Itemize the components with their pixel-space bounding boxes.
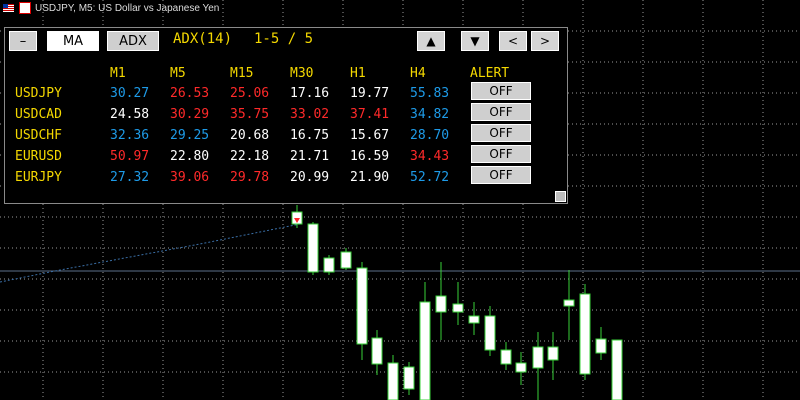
alert-toggle-button[interactable]: OFF: [471, 166, 531, 184]
adx-value: 19.77: [350, 86, 390, 101]
candle-body: [468, 315, 480, 324]
alert-toggle-button[interactable]: OFF: [471, 124, 531, 142]
adx-value: 50.97: [110, 149, 150, 164]
adx-value: 29.25: [170, 128, 210, 143]
adx-value: 16.59: [350, 149, 390, 164]
window-title-bar: USDJPY, M5: US Dollar vs Japanese Yen: [0, 0, 219, 16]
candle-body: [387, 362, 399, 400]
adx-value: 17.16: [290, 86, 330, 101]
column-header: M1: [110, 66, 126, 81]
adx-value: 34.43: [410, 149, 450, 164]
candle-body: [595, 338, 607, 354]
adx-dashboard-panel: – MA ADX ADX(14) 1-5 / 5 ▲ ▼ < > M1 M5 M15…: [4, 27, 568, 204]
resize-handle[interactable]: [555, 191, 566, 202]
column-header: M30: [290, 66, 314, 81]
candle-body: [307, 223, 319, 273]
candle-body: [484, 315, 496, 351]
alert-toggle-button[interactable]: OFF: [471, 145, 531, 163]
page-up-button[interactable]: ▲: [417, 31, 445, 51]
adx-value: 22.18: [230, 149, 270, 164]
adx-value: 32.36: [110, 128, 150, 143]
tab-adx[interactable]: ADX: [107, 31, 159, 51]
column-header: H4: [410, 66, 426, 81]
chart-icon: [19, 2, 31, 14]
adx-value: 33.02: [290, 107, 330, 122]
adx-value: 39.06: [170, 170, 210, 185]
alert-toggle-button[interactable]: OFF: [471, 103, 531, 121]
chevron-left-icon: <: [507, 34, 519, 48]
candle-body: [419, 301, 431, 400]
adx-value: 34.82: [410, 107, 450, 122]
indicator-label: ADX(14): [173, 31, 233, 47]
window-title: USDJPY, M5: US Dollar vs Japanese Yen: [35, 2, 220, 14]
adx-value: 20.68: [230, 128, 270, 143]
prev-button[interactable]: <: [499, 31, 527, 51]
adx-value: 25.06: [230, 86, 270, 101]
adx-value: 28.70: [410, 128, 450, 143]
alert-toggle-button[interactable]: OFF: [471, 82, 531, 100]
column-header: ALERT: [470, 66, 510, 81]
next-button[interactable]: >: [531, 31, 559, 51]
candle-body: [435, 295, 447, 313]
us-flag-icon: [3, 4, 14, 12]
symbol-label: USDCAD: [15, 107, 62, 122]
candle-body: [323, 257, 335, 273]
minimize-button[interactable]: –: [9, 31, 37, 51]
adx-value: 30.27: [110, 86, 150, 101]
symbol-label: EURJPY: [15, 170, 62, 185]
candle-body: [532, 346, 544, 369]
candle-body: [340, 251, 352, 269]
candle-body: [611, 339, 623, 400]
candle-body: [579, 293, 591, 375]
candle-body: [563, 299, 575, 307]
adx-value: 21.90: [350, 170, 390, 185]
down-arrow-icon: ▼: [470, 34, 480, 48]
symbol-label: USDCHF: [15, 128, 62, 143]
candle-body: [515, 362, 527, 373]
candle-body: [371, 337, 383, 365]
adx-value: 26.53: [170, 86, 210, 101]
candle-body: [356, 267, 368, 345]
adx-value: 24.58: [110, 107, 150, 122]
adx-value: 16.75: [290, 128, 330, 143]
symbol-label: EURUSD: [15, 149, 62, 164]
adx-value: 52.72: [410, 170, 450, 185]
column-header: M15: [230, 66, 254, 81]
adx-value: 37.41: [350, 107, 390, 122]
adx-value: 29.78: [230, 170, 270, 185]
symbol-label: USDJPY: [15, 86, 62, 101]
candle-body: [452, 303, 464, 313]
adx-value: 21.71: [290, 149, 330, 164]
column-header: H1: [350, 66, 366, 81]
chevron-right-icon: >: [539, 34, 551, 48]
adx-value: 35.75: [230, 107, 270, 122]
page-down-button[interactable]: ▼: [461, 31, 489, 51]
adx-value: 15.67: [350, 128, 390, 143]
adx-value: 55.83: [410, 86, 450, 101]
adx-value: 20.99: [290, 170, 330, 185]
up-arrow-icon: ▲: [426, 34, 436, 48]
adx-value: 22.80: [170, 149, 210, 164]
page-indicator: 1-5 / 5: [254, 31, 314, 47]
tab-ma[interactable]: MA: [47, 31, 99, 51]
candle-body: [547, 346, 559, 361]
adx-value: 30.29: [170, 107, 210, 122]
adx-value: 27.32: [110, 170, 150, 185]
candle-body: [500, 349, 512, 365]
candle-body: [403, 366, 415, 390]
moving-average-line: [0, 223, 301, 283]
column-header: M5: [170, 66, 186, 81]
